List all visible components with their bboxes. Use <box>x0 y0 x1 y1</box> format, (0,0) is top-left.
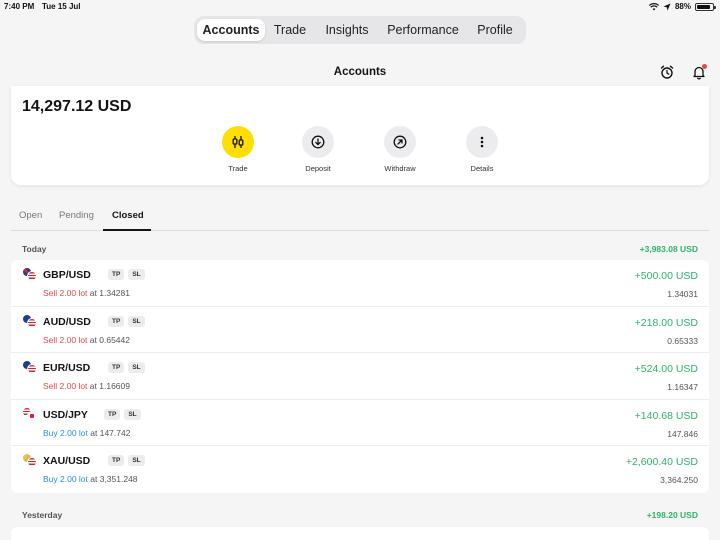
trade-side: Sell 2.00 lot <box>43 288 88 298</box>
trade-symbol: GBP/USD <box>43 269 91 281</box>
withdraw-button[interactable]: Withdraw <box>370 126 430 173</box>
top-nav: Accounts Trade Insights Performance Prof… <box>194 16 526 44</box>
deposit-button[interactable]: Deposit <box>288 126 348 173</box>
trade-side: Buy 2.00 lot <box>43 427 88 438</box>
trade-symbol: USD/JPY <box>43 408 88 421</box>
trade-row[interactable]: XAU/USD TP SL Buy 2.00 lot at 3,351.248 … <box>11 446 709 493</box>
trade-pnl: +218.00 USD <box>634 316 698 329</box>
open-price: at 147.742 <box>90 427 131 438</box>
trade-action-label: Trade <box>228 164 248 173</box>
location-arrow-icon <box>663 3 671 10</box>
deposit-label: Deposit <box>305 164 331 173</box>
nav-tab-performance[interactable]: Performance <box>379 19 467 41</box>
tab-pending[interactable]: Pending <box>59 210 94 221</box>
trade-symbol: AUD/USD <box>43 315 91 328</box>
sl-badge: SL <box>128 362 145 374</box>
active-tab-indicator <box>103 229 151 231</box>
battery-percent: 88% <box>674 2 691 11</box>
closed-trades-list: GBP/USD TP SL Sell 2.00 lot at 1.34281 +… <box>11 260 709 493</box>
tp-badge: TP <box>108 455 125 467</box>
status-time: 7:40 PM <box>4 2 35 11</box>
candlestick-icon <box>222 126 254 158</box>
tp-badge: TP <box>108 315 125 327</box>
arrow-up-right-circle-icon <box>384 126 416 158</box>
close-price: 0.65333 <box>667 335 698 346</box>
trade-pnl: +140.68 USD <box>634 409 698 422</box>
open-price: at 0.65442 <box>89 334 130 345</box>
trade-side: Buy 2.00 lot <box>43 474 88 485</box>
trade-row[interactable]: AUD/USD TP SL Sell 2.00 lot at 0.65442 +… <box>11 307 709 354</box>
trade-row[interactable]: EUR/USD TP SL Sell 2.00 lot at 1.16609 +… <box>11 353 709 400</box>
wifi-icon <box>648 2 659 10</box>
trade-pnl: +524.00 USD <box>634 363 698 376</box>
tab-closed[interactable]: Closed <box>112 210 144 221</box>
open-price: at 3,351.248 <box>90 474 138 485</box>
trade-side: Sell 2.00 lot <box>43 381 88 392</box>
sl-badge: SL <box>128 455 145 467</box>
xau-usd-flag-icon <box>22 453 38 469</box>
aud-usd-flag-icon <box>22 313 38 330</box>
tp-badge: TP <box>108 362 125 374</box>
sl-badge: SL <box>124 408 141 420</box>
more-vertical-icon <box>466 126 498 158</box>
notification-dot <box>702 64 707 69</box>
trade-pnl: +2,600.40 USD <box>625 456 698 469</box>
alarm-clock-icon[interactable] <box>659 64 675 80</box>
close-price: 1.34031 <box>667 289 698 299</box>
tp-badge: TP <box>104 408 121 420</box>
details-button[interactable]: Details <box>452 126 512 173</box>
usd-jpy-flag-icon <box>22 406 38 423</box>
nav-tab-trade[interactable]: Trade <box>265 19 315 41</box>
open-price: at 1.16609 <box>89 381 130 392</box>
yesterday-trades-list <box>11 527 709 540</box>
trade-row[interactable]: USD/JPY TP SL Buy 2.00 lot at 147.742 +1… <box>11 400 709 447</box>
eur-usd-flag-icon <box>22 360 38 376</box>
details-label: Details <box>470 164 494 173</box>
close-price: 147.846 <box>667 428 698 439</box>
status-date: Tue 15 Jul <box>42 2 81 11</box>
trade-symbol: EUR/USD <box>43 362 91 375</box>
open-price: at 1.34281 <box>89 288 130 298</box>
sl-badge: SL <box>128 315 145 327</box>
gbp-usd-flag-icon <box>22 267 38 283</box>
trade-symbol: XAU/USD <box>43 455 91 468</box>
close-price: 3,364.250 <box>660 475 698 486</box>
nav-tab-profile[interactable]: Profile <box>467 19 523 41</box>
close-price: 1.16347 <box>667 382 698 393</box>
trade-row[interactable]: GBP/USD TP SL Sell 2.00 lot at 1.34281 +… <box>11 260 709 307</box>
page-title: Accounts <box>333 66 387 78</box>
trade-action-button[interactable]: Trade <box>208 126 268 173</box>
nav-tab-insights[interactable]: Insights <box>315 19 379 41</box>
group-header-today: Today <box>22 244 47 254</box>
group-total-today: +3,983.08 USD <box>639 244 698 254</box>
tab-open[interactable]: Open <box>19 210 42 221</box>
position-tabs: Open Pending Closed <box>11 205 709 231</box>
status-bar: 7:40 PM Tue 15 Jul 88% <box>0 0 720 14</box>
trade-side: Sell 2.00 lot <box>43 334 88 345</box>
withdraw-label: Withdraw <box>384 164 416 173</box>
tp-badge: TP <box>108 269 125 280</box>
group-total-yesterday: +198.20 USD <box>646 510 698 520</box>
arrow-down-circle-icon <box>302 126 334 158</box>
group-header-yesterday: Yesterday <box>22 510 63 520</box>
battery-icon <box>695 2 716 11</box>
trade-pnl: +500.00 USD <box>634 270 698 282</box>
sl-badge: SL <box>128 269 145 280</box>
account-card: 14,297.12 USD Trade Deposit Withdraw Det… <box>11 86 709 185</box>
nav-tab-accounts[interactable]: Accounts <box>197 19 265 41</box>
account-balance: 14,297.12 USD <box>22 98 132 115</box>
